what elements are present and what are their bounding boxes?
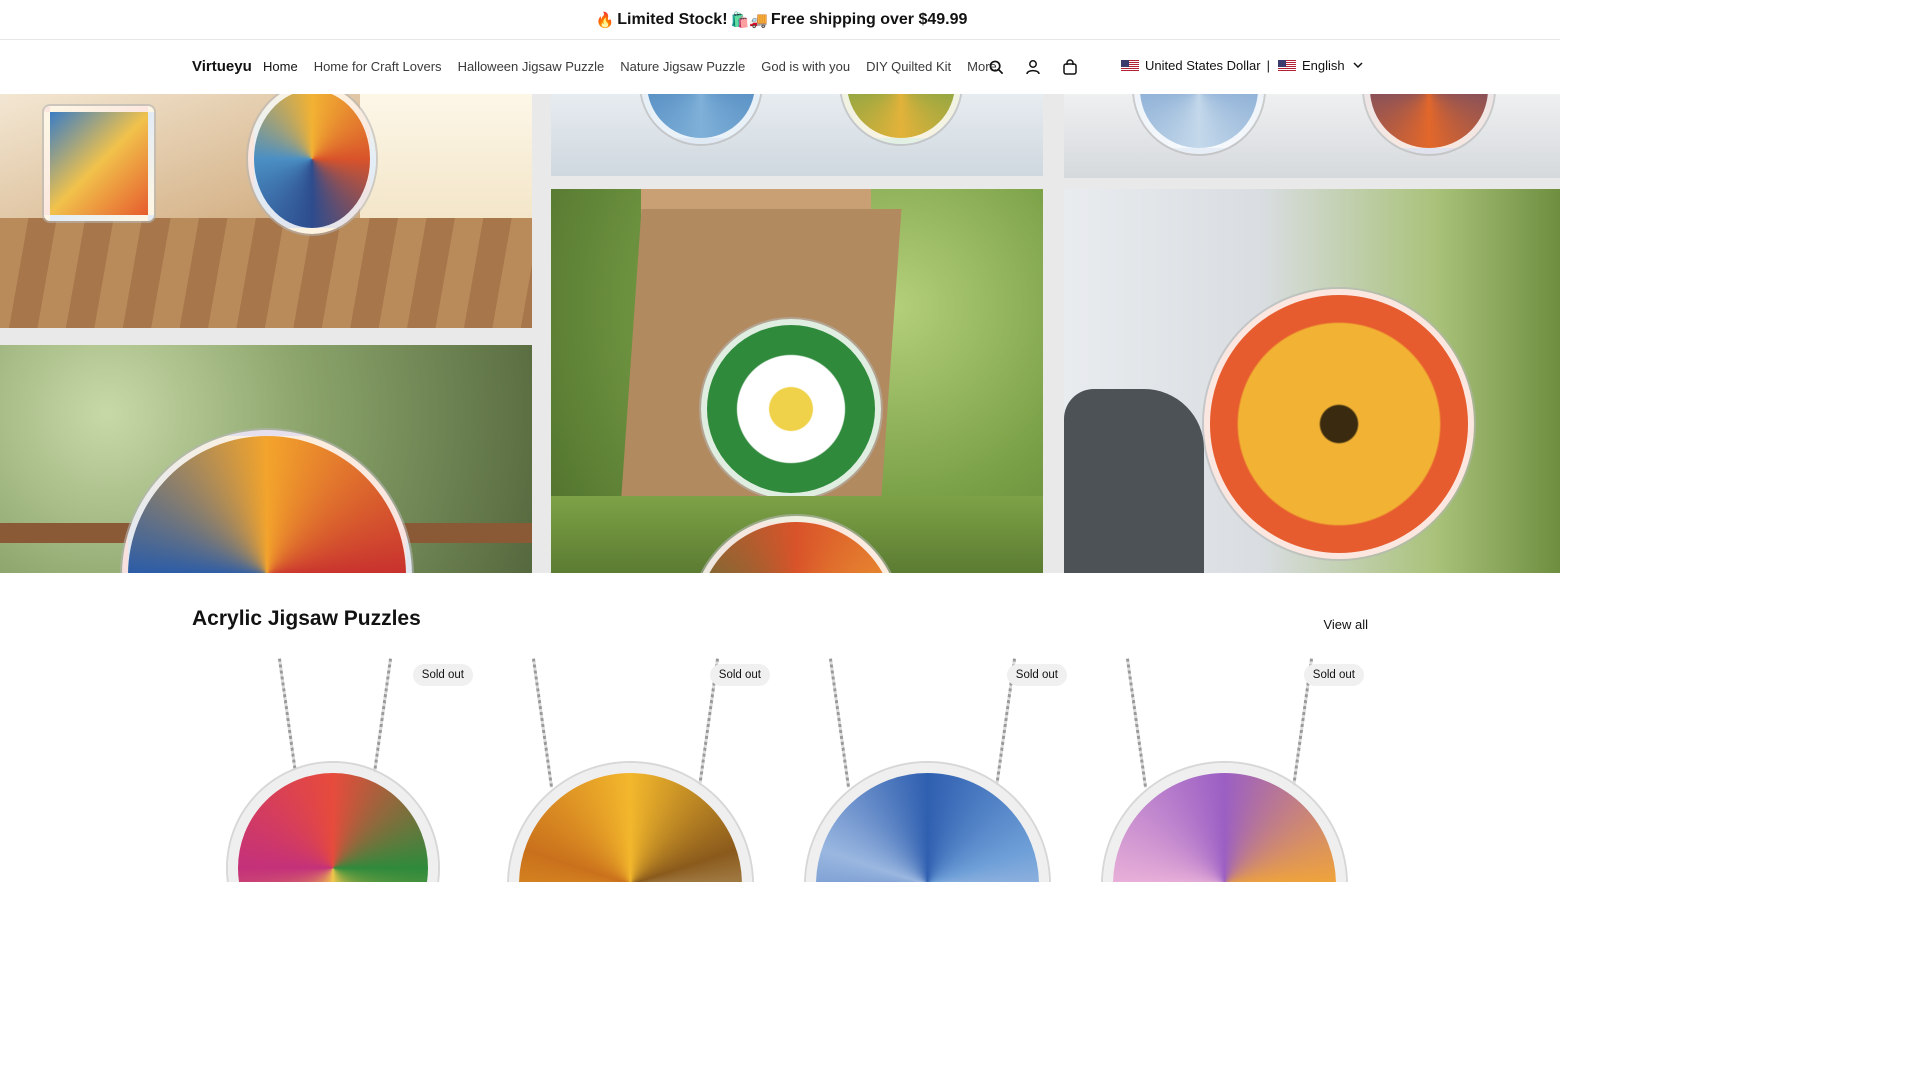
hero-photo-sunset-suncatcher [0,345,532,573]
announcement-bar: 🔥 Limited Stock! 🛍️🚚 Free shipping over … [0,0,1560,40]
locale-separator: | [1266,58,1271,73]
locale-selector[interactable]: United States Dollar | English [1121,58,1363,73]
account-icon[interactable] [1023,57,1043,77]
sold-out-badge: Sold out [1303,664,1364,686]
product-image[interactable] [1103,763,1346,882]
hero-photo-maple-leaf [551,496,1043,573]
main-nav: Home Home for Craft Lovers Halloween Jig… [263,59,1013,74]
nav-item-nature-jigsaw-puzzle[interactable]: Nature Jigsaw Puzzle [620,59,745,74]
nav-item-home[interactable]: Home [263,59,298,74]
announcement-text-1: Limited Stock! [617,10,728,28]
announcement-text-2: Free shipping over $49.99 [770,10,968,28]
hero-photo-window-room [0,94,532,328]
sold-out-badge: Sold out [709,664,770,686]
chevron-down-icon[interactable] [1353,61,1363,71]
nav-item-halloween-jigsaw-puzzle[interactable]: Halloween Jigsaw Puzzle [458,59,605,74]
store-logo[interactable]: Virtueyu [192,58,252,75]
nav-item-diy-quilted-kit[interactable]: DIY Quilted Kit [866,59,951,74]
fire-icon: 🔥 [595,10,615,29]
nav-item-god-is-with-you[interactable]: God is with you [761,59,850,74]
header-icons [986,57,1080,77]
cart-icon[interactable] [1060,57,1080,77]
product-card[interactable]: Sold out [1083,658,1366,882]
product-image[interactable] [806,763,1049,882]
us-flag-icon [1278,59,1297,72]
nav-item-home-for-craft-lovers[interactable]: Home for Craft Lovers [314,59,442,74]
us-flag-icon [1121,59,1139,72]
collection-header: Acrylic Jigsaw Puzzles View all [192,607,1368,632]
product-card[interactable]: Sold out [786,658,1069,882]
site-header: Virtueyu Home Home for Craft Lovers Hall… [0,40,1560,94]
product-card[interactable]: Sold out [489,658,772,882]
product-image[interactable] [228,763,438,882]
shopping-delivery-icon: 🛍️🚚 [730,10,768,29]
sold-out-badge: Sold out [412,664,473,686]
hero-photo-top-center [551,94,1043,176]
hero-photo-top-right [1064,94,1560,178]
language-label[interactable]: English [1302,58,1345,73]
search-icon[interactable] [986,57,1006,77]
view-all-link[interactable]: View all [1323,617,1368,632]
product-card[interactable]: Sold out [192,658,475,882]
hero-image-collage [0,94,1560,573]
hero-photo-bee-suncatcher [1064,189,1560,573]
collection-title: Acrylic Jigsaw Puzzles [192,607,421,630]
currency-label[interactable]: United States Dollar [1145,58,1261,73]
product-grid: Sold out Sold out Sold out Sold out [192,658,1368,882]
sold-out-badge: Sold out [1006,664,1067,686]
product-image[interactable] [509,763,752,882]
